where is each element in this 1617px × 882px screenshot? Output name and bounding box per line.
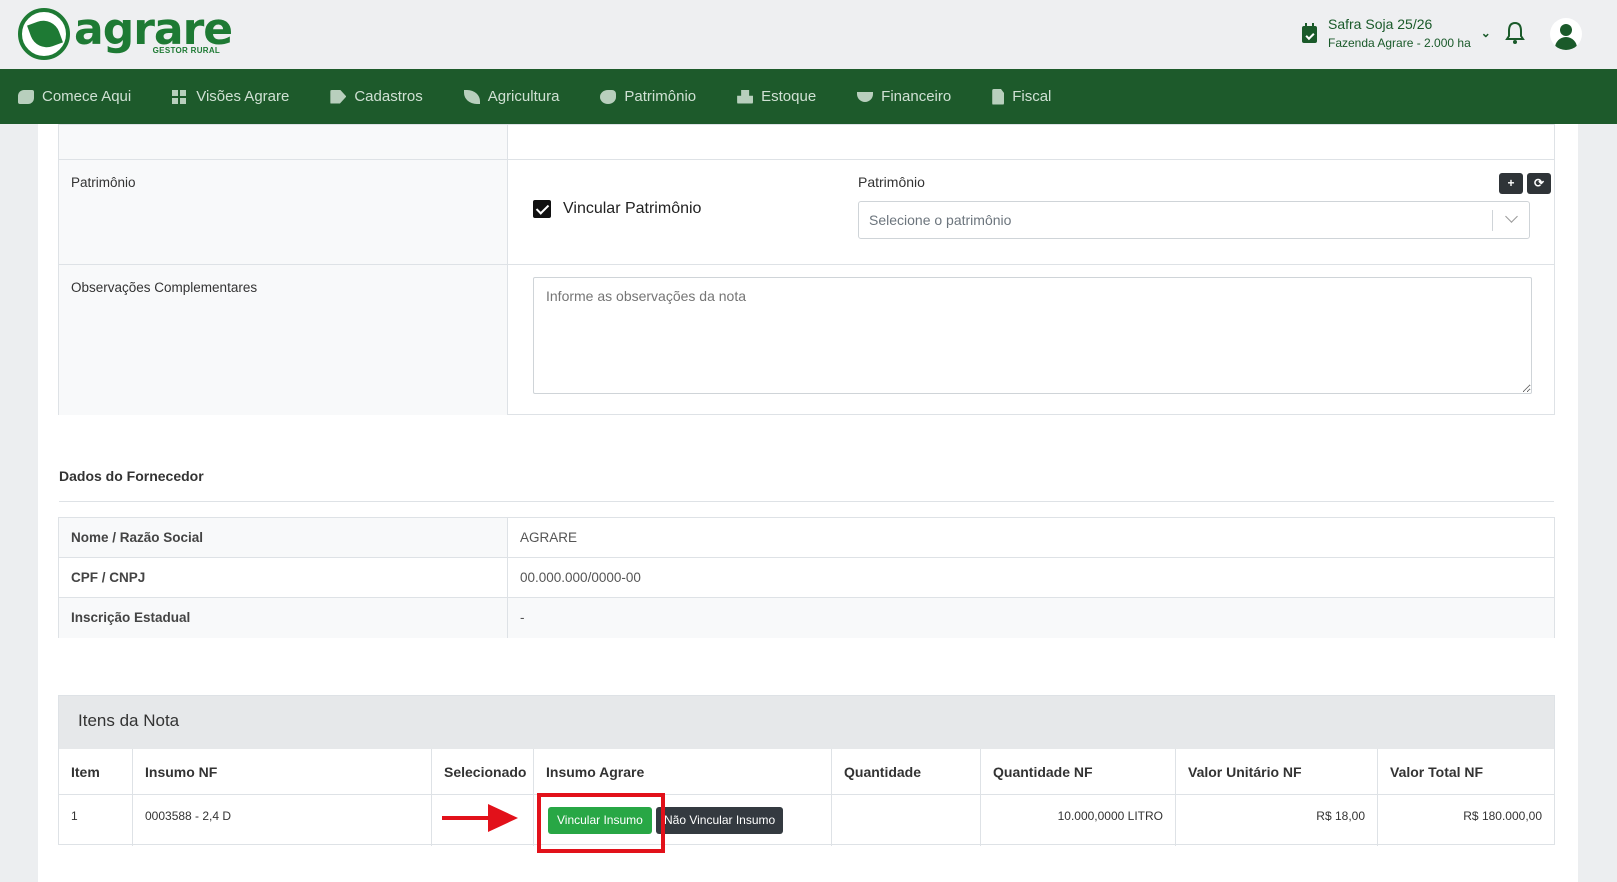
fornecedor-section-title: Dados do Fornecedor	[59, 468, 204, 484]
nota-form-table: Patrimônio Vincular Patrimônio Patrimôni…	[58, 124, 1555, 415]
cell-valor-total: R$ 180.000,00	[1463, 809, 1542, 823]
tag-icon	[330, 89, 347, 104]
top-bar: agrare GESTOR RURAL Safra Soja 25/26 Faz…	[0, 0, 1617, 69]
safra-title: Safra Soja 25/26	[1328, 16, 1433, 32]
calendar-check-icon	[1302, 22, 1317, 43]
vincular-patrimonio-label: Vincular Patrimônio	[563, 199, 702, 217]
fornecedor-row: Inscrição Estadual -	[59, 598, 1554, 638]
nav-patrimonio[interactable]: Patrimônio	[600, 88, 696, 105]
chevron-down-icon	[1505, 210, 1518, 223]
nav-financeiro[interactable]: Financeiro	[857, 88, 951, 105]
cell-item: 1	[59, 795, 133, 846]
nav-label: Fiscal	[1012, 88, 1052, 105]
itens-da-nota-card: Itens da Nota Item Insumo NF Selecionado…	[58, 695, 1555, 846]
observacoes-row-label: Observações Complementares	[59, 265, 508, 415]
col-valor-total: Valor Total NF	[1390, 764, 1484, 780]
itens-da-nota-title: Itens da Nota	[59, 696, 1554, 749]
nav-label: Agricultura	[487, 88, 560, 105]
fazenda-subtitle: Fazenda Agrare - 2.000 ha	[1328, 36, 1471, 50]
cell-selecionado	[432, 795, 534, 846]
observacoes-row: Observações Complementares	[59, 265, 1554, 415]
nav-cadastros[interactable]: Cadastros	[330, 88, 423, 105]
nav-fiscal[interactable]: Fiscal	[992, 88, 1051, 105]
agrare-logo[interactable]: agrare GESTOR RURAL	[18, 8, 233, 60]
patrimonio-row: Patrimônio Vincular Patrimônio Patrimôni…	[59, 160, 1554, 265]
fornecedor-table: Nome / Razão Social AGRARE CPF / CNPJ 00…	[58, 517, 1555, 638]
nav-label: Patrimônio	[624, 88, 697, 105]
select-placeholder: Selecione o patrimônio	[869, 212, 1012, 228]
fornecedor-label: CPF / CNPJ	[59, 558, 508, 597]
col-item: Item	[59, 749, 133, 794]
nav-visoes-agrare[interactable]: Visões Agrare	[172, 88, 289, 105]
refresh-patrimonio-button[interactable]: ⟳	[1527, 173, 1551, 194]
safra-selector[interactable]: Safra Soja 25/26 Fazenda Agrare - 2.000 …	[1302, 16, 1491, 50]
col-quantidade: Quantidade	[832, 749, 981, 794]
bell-icon[interactable]	[1505, 21, 1525, 45]
nav-label: Financeiro	[881, 88, 952, 105]
leaf-logo-icon	[18, 8, 70, 60]
checkbox-checked-icon[interactable]	[533, 199, 551, 218]
vincular-patrimonio-checkbox[interactable]: Vincular Patrimônio	[521, 192, 836, 225]
main-content: Patrimônio Vincular Patrimônio Patrimôni…	[38, 124, 1578, 882]
patrimonio-row-label: Patrimônio	[59, 160, 508, 264]
annotation-highlight-box	[537, 793, 665, 853]
annotation-arrow-icon	[442, 816, 492, 820]
patrimonio-field-label: Patrimônio	[858, 174, 925, 190]
main-nav: Comece Aqui Visões Agrare Cadastros Agri…	[0, 69, 1617, 124]
file-icon	[992, 88, 1005, 105]
leaf-icon	[463, 89, 480, 104]
grid-icon	[172, 89, 189, 104]
annotation-arrow-head-icon	[488, 804, 518, 832]
nav-estoque[interactable]: Estoque	[737, 88, 816, 105]
fornecedor-value: -	[520, 610, 525, 625]
fornecedor-row: Nome / Razão Social AGRARE	[59, 518, 1554, 558]
col-valor-unitario: Valor Unitário NF	[1176, 749, 1378, 794]
add-patrimonio-button[interactable]: +	[1499, 173, 1523, 194]
handshake-icon	[18, 89, 34, 104]
col-insumo-agrare: Insumo Agrare	[534, 749, 832, 794]
fornecedor-value: AGRARE	[520, 530, 578, 545]
nav-label: Estoque	[761, 88, 817, 105]
patrimonio-select[interactable]: Selecione o patrimônio	[858, 201, 1530, 239]
nao-vincular-insumo-button[interactable]: Não Vincular Insumo	[656, 807, 784, 834]
fornecedor-row: CPF / CNPJ 00.000.000/0000-00	[59, 558, 1554, 598]
observacoes-textarea[interactable]	[533, 277, 1532, 394]
nav-comece-aqui[interactable]: Comece Aqui	[18, 88, 131, 105]
user-avatar-icon[interactable]	[1550, 18, 1582, 50]
nav-label: Comece Aqui	[42, 88, 132, 105]
cell-quantidade-nf: 10.000,0000 LITRO	[981, 795, 1176, 846]
hand-coin-icon	[857, 91, 874, 102]
itens-table-header: Item Insumo NF Selecionado Insumo Agrare…	[59, 749, 1554, 795]
table-row: 1 0003588 - 2,4 D 10.000,0000 LITRO R$ 1…	[59, 795, 1554, 846]
divider	[59, 501, 1554, 502]
col-insumo-nf: Insumo NF	[133, 749, 432, 794]
cut-row	[59, 125, 1554, 160]
chevron-down-icon: ⌄	[1480, 26, 1491, 40]
col-selecionado: Selecionado	[432, 749, 534, 794]
cell-insumo-nf: 0003588 - 2,4 D	[133, 795, 432, 846]
nav-label: Visões Agrare	[196, 88, 290, 105]
tractor-icon	[600, 89, 617, 104]
fornecedor-label: Nome / Razão Social	[59, 518, 508, 557]
nav-agricultura[interactable]: Agricultura	[463, 88, 560, 105]
boxes-icon	[737, 89, 754, 104]
fornecedor-value: 00.000.000/0000-00	[520, 570, 641, 585]
logo-subtitle: GESTOR RURAL	[152, 46, 221, 55]
nav-label: Cadastros	[354, 88, 423, 105]
cell-quantidade	[832, 795, 981, 846]
fornecedor-label: Inscrição Estadual	[59, 598, 508, 638]
cell-valor-unitario: R$ 18,00	[1176, 795, 1378, 846]
col-quantidade-nf: Quantidade NF	[981, 749, 1176, 794]
